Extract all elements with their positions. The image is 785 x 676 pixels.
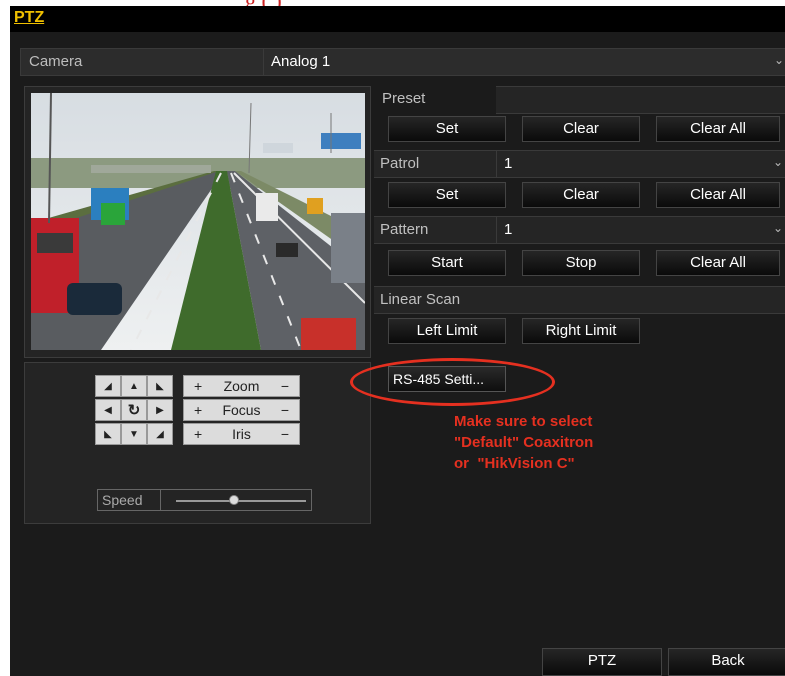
up-left-arrow-icon[interactable]: ◢ xyxy=(95,375,121,397)
iris-minus-button[interactable]: − xyxy=(281,426,289,442)
focus-minus-button[interactable]: − xyxy=(281,402,289,418)
right-limit-button[interactable]: Right Limit xyxy=(522,318,640,344)
window-title: PTZ xyxy=(14,9,45,26)
patrol-set-button[interactable]: Set xyxy=(388,182,506,208)
auto-rotate-icon[interactable]: ↻ xyxy=(121,399,147,421)
back-button[interactable]: Back xyxy=(668,648,785,676)
speed-control: Speed xyxy=(97,489,312,511)
left-arrow-icon[interactable]: ◀ xyxy=(95,399,121,421)
divider xyxy=(263,49,264,75)
chevron-down-icon[interactable]: ⌄ xyxy=(773,155,783,169)
speed-slider-thumb[interactable] xyxy=(229,495,239,505)
patrol-label: Patrol xyxy=(380,155,420,172)
patrol-clear-all-button[interactable]: Clear All xyxy=(656,182,780,208)
annotation-line: "Default" Coaxitron xyxy=(454,434,594,451)
title-bar: PTZ xyxy=(10,6,785,32)
preset-clear-all-button[interactable]: Clear All xyxy=(656,116,780,142)
patrol-value: 1 xyxy=(504,155,513,172)
live-video-preview xyxy=(31,93,365,350)
up-arrow-icon[interactable]: ▲ xyxy=(121,375,147,397)
speed-label: Speed xyxy=(102,492,143,508)
pattern-label: Pattern xyxy=(380,221,429,238)
chevron-down-icon[interactable]: ⌄ xyxy=(774,53,784,67)
zoom-out-button[interactable]: − xyxy=(281,378,289,394)
divider xyxy=(160,490,161,510)
ptz-window: PTZ Camera Analog 1 ⌄ ◢ ▲ ◣ ◀ ↻ ▶ ◣ ▼ ◢ … xyxy=(10,6,785,676)
focus-control: + Focus − xyxy=(183,399,300,421)
speed-slider-track[interactable] xyxy=(176,500,306,502)
linear-scan-header: Linear Scan xyxy=(374,286,785,314)
ptz-button[interactable]: PTZ xyxy=(542,648,662,676)
pattern-start-button[interactable]: Start xyxy=(388,250,506,276)
pattern-select[interactable]: Pattern 1 ⌄ xyxy=(374,216,785,244)
live-view-panel xyxy=(24,86,371,358)
pattern-value: 1 xyxy=(504,221,513,238)
divider xyxy=(496,217,497,243)
preset-label: Preset xyxy=(382,90,426,107)
preset-field[interactable] xyxy=(496,86,785,114)
up-right-arrow-icon[interactable]: ◣ xyxy=(147,375,173,397)
camera-value: Analog 1 xyxy=(271,53,331,70)
left-limit-button[interactable]: Left Limit xyxy=(388,318,506,344)
iris-control: + Iris − xyxy=(183,423,300,445)
preset-set-button[interactable]: Set xyxy=(388,116,506,142)
annotation-note: Make sure to select "Default" Coaxitron … xyxy=(454,411,593,474)
down-right-arrow-icon[interactable]: ◢ xyxy=(147,423,173,445)
patrol-select[interactable]: Patrol 1 ⌄ xyxy=(374,150,785,178)
right-arrow-icon[interactable]: ▶ xyxy=(147,399,173,421)
divider xyxy=(496,151,497,177)
pattern-stop-button[interactable]: Stop xyxy=(522,250,640,276)
down-arrow-icon[interactable]: ▼ xyxy=(121,423,147,445)
annotation-highlight-ellipse xyxy=(350,358,555,406)
pattern-clear-all-button[interactable]: Clear All xyxy=(656,250,780,276)
patrol-clear-button[interactable]: Clear xyxy=(522,182,640,208)
camera-select[interactable]: Camera Analog 1 ⌄ xyxy=(20,48,785,76)
camera-label: Camera xyxy=(29,53,83,70)
zoom-control: + Zoom − xyxy=(183,375,300,397)
chevron-down-icon[interactable]: ⌄ xyxy=(773,221,783,235)
annotation-line: Make sure to select xyxy=(454,413,593,430)
annotation-line: or "HikVision C" xyxy=(454,455,575,472)
preset-clear-button[interactable]: Clear xyxy=(522,116,640,142)
ptz-control-panel: ◢ ▲ ◣ ◀ ↻ ▶ ◣ ▼ ◢ + Zoom − + Focus − + I… xyxy=(24,362,371,524)
down-left-arrow-icon[interactable]: ◣ xyxy=(95,423,121,445)
linear-scan-label: Linear Scan xyxy=(380,291,461,308)
